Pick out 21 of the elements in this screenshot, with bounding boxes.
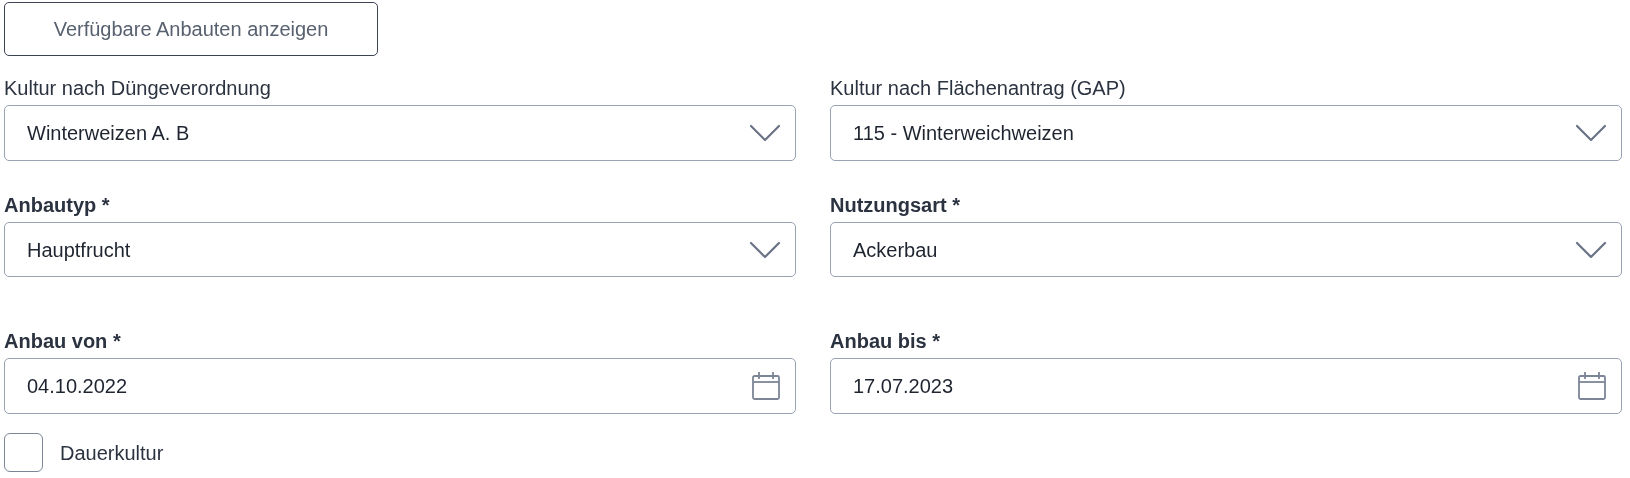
dropdown[interactable]: Winterweizen A. B	[4, 105, 796, 161]
date-field[interactable]: 04.10.2022	[4, 358, 796, 414]
field-label: Kultur nach Düngeverordnung	[4, 76, 272, 100]
field-label: Anbautyp *	[4, 193, 111, 217]
chevron-down-icon	[749, 240, 781, 259]
field-label: Anbau bis *	[830, 329, 941, 353]
chevron-down-icon	[1575, 124, 1607, 142]
calendar-icon	[1577, 371, 1607, 401]
calendar-icon	[751, 371, 781, 401]
chevron-down-icon	[749, 124, 781, 142]
field-label: Anbau von *	[4, 329, 122, 353]
dropdown[interactable]: 115 - Winterweichweizen	[830, 105, 1622, 161]
field-label: Nutzungsart *	[830, 193, 961, 217]
field-label: Kultur nach Flächenantrag (GAP)	[830, 76, 1127, 100]
dropdown[interactable]: Hauptfrucht	[4, 222, 796, 277]
date-field[interactable]: 17.07.2023	[830, 358, 1622, 414]
checkbox[interactable]	[4, 433, 43, 472]
dropdown[interactable]: Ackerbau	[830, 222, 1622, 277]
checkbox-label[interactable]: Dauerkultur	[60, 437, 164, 468]
show-available-crops-button[interactable]: Verfügbare Anbauten anzeigen	[4, 2, 378, 56]
chevron-down-icon	[1575, 240, 1607, 259]
